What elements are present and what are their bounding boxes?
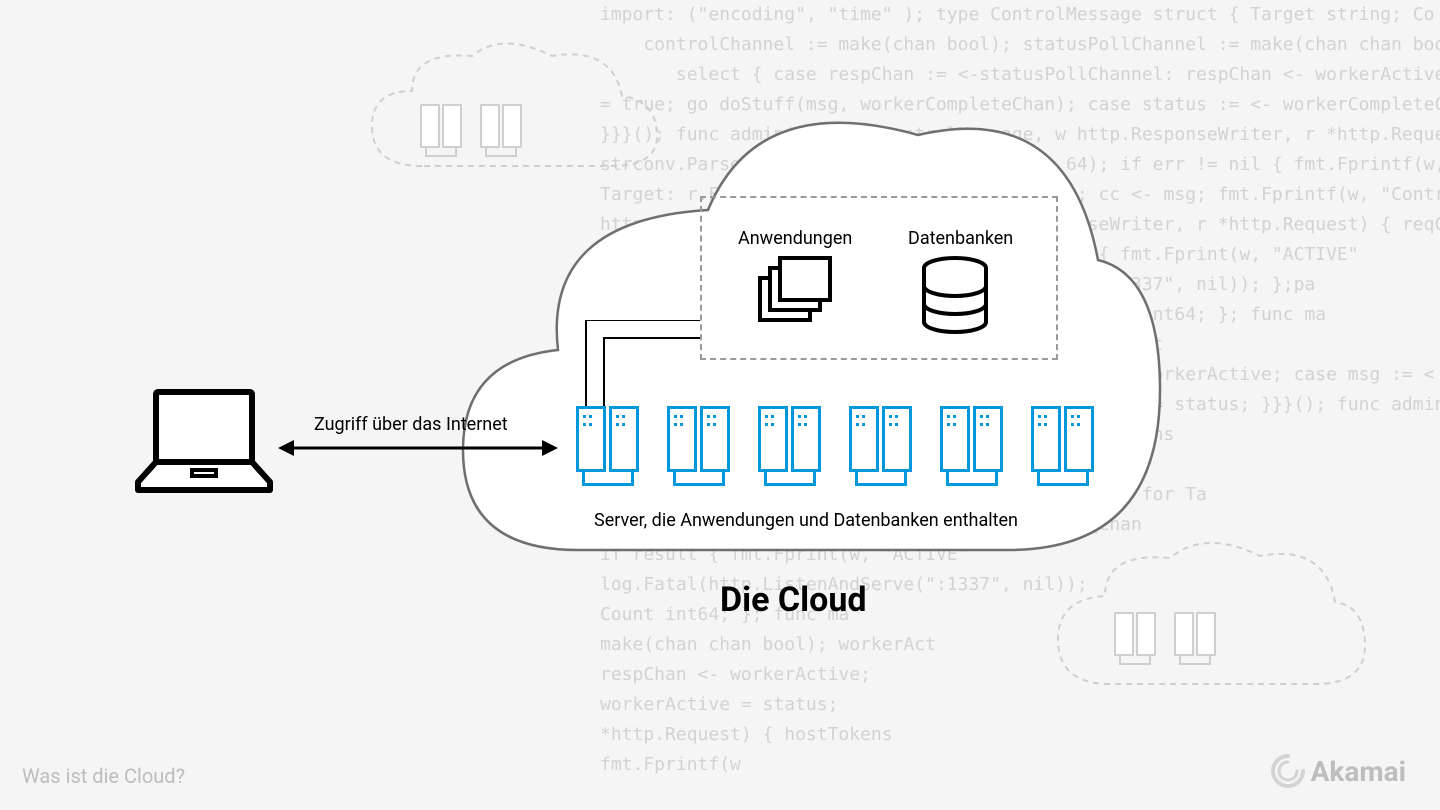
server-cluster	[576, 406, 639, 486]
server-clusters	[576, 406, 1094, 486]
servers-caption: Server, die Anwendungen und Datenbanken …	[594, 510, 1018, 531]
diagram-title: Die Cloud	[720, 580, 867, 620]
akamai-swoosh-icon	[1271, 754, 1305, 788]
brand-logo: Akamai	[1271, 754, 1406, 788]
mini-servers-bottom	[1114, 612, 1216, 665]
brand-text: Akamai	[1311, 755, 1406, 788]
database-icon	[920, 256, 990, 334]
server-cluster	[758, 406, 821, 486]
double-arrow-icon	[278, 438, 558, 458]
server-cluster	[940, 406, 1003, 486]
applications-icon	[758, 256, 838, 330]
server-cluster	[849, 406, 912, 486]
server-cluster	[667, 406, 730, 486]
diagram-canvas: import: ("encoding", "time" ); type Cont…	[0, 0, 1440, 810]
arrow-label: Zugriff über das Internet	[314, 414, 508, 435]
apps-db-container	[700, 196, 1058, 360]
connector-lines	[580, 320, 720, 420]
applications-label: Anwendungen	[738, 228, 852, 249]
databases-label: Datenbanken	[908, 228, 1013, 249]
footer-caption: Was ist die Cloud?	[22, 764, 185, 788]
laptop-icon	[134, 388, 274, 496]
server-cluster	[1031, 406, 1094, 486]
